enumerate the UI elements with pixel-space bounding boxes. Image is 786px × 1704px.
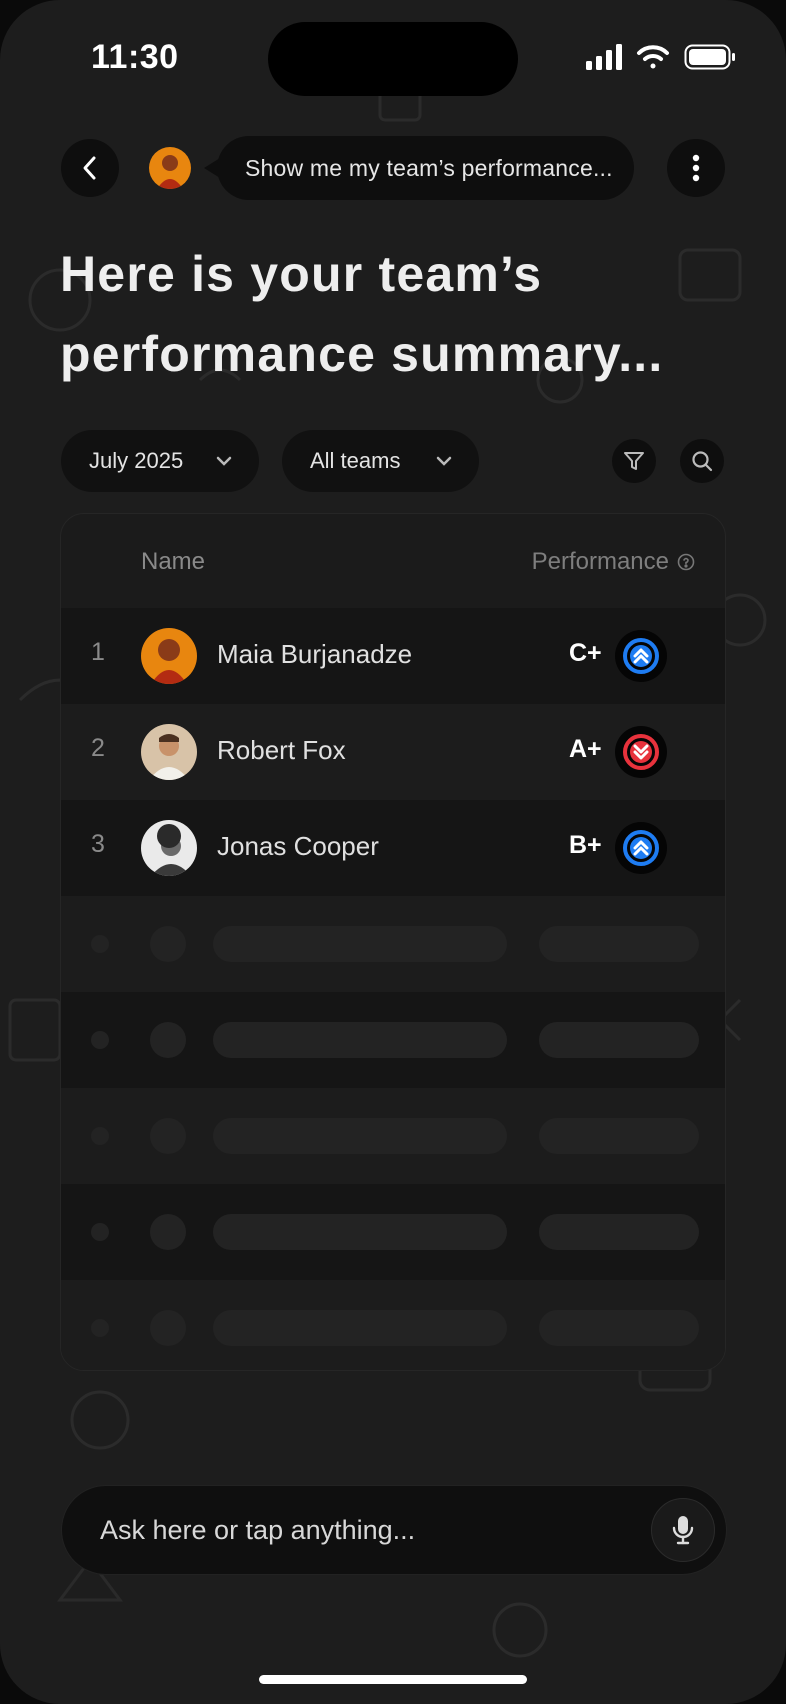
skeleton-avatar [150,926,186,962]
skeleton-avatar [150,1118,186,1154]
performance-grade: A+ [569,735,602,763]
page-title: Here is your team’s performance summary.… [60,246,664,382]
month-select[interactable]: July 2025 [61,430,259,492]
more-vertical-icon [692,154,700,182]
skeleton-name [213,926,507,962]
team-select[interactable]: All teams [282,430,479,492]
search-icon [692,451,713,472]
signal-icon [586,44,622,70]
skeleton-performance [539,1118,699,1154]
skeleton-name [213,1118,507,1154]
filter-icon [624,452,644,470]
filter-button[interactable] [612,439,656,483]
battery-icon [684,44,735,70]
search-button[interactable] [680,439,724,483]
member-name: Robert Fox [217,735,346,765]
row-rank: 2 [91,734,105,762]
skeleton-rank [91,1031,109,1049]
table-row[interactable]: 1 Maia Burjanadze C+ [61,608,725,704]
table-row[interactable]: 3 Jonas Cooper B+ [61,800,725,896]
row-rank: 3 [91,830,105,858]
member-name: Maia Burjanadze [217,639,413,669]
avatar [141,820,197,876]
chevron-down-icon [436,456,452,466]
skeleton-name [213,1022,507,1058]
trend-up-icon [623,830,659,866]
home-indicator[interactable] [259,1675,527,1684]
trend-down-icon [623,734,659,770]
help-icon[interactable] [677,553,695,571]
skeleton-rank [91,1127,109,1145]
skeleton-performance [539,1214,699,1250]
skeleton-row [61,896,725,992]
month-select-value: July 2025 [89,448,184,473]
member-name: Jonas Cooper [217,831,379,861]
skeleton-performance [539,1310,699,1346]
skeleton-name [213,1310,507,1346]
skeleton-avatar [150,1022,186,1058]
trend-up-icon [623,638,659,674]
more-button[interactable] [667,139,725,197]
skeleton-row [61,992,725,1088]
table-row[interactable]: 2 Robert Fox A+ [61,704,725,800]
status-time: 11:30 [91,38,179,76]
avatar-image [141,820,197,876]
skeleton-performance [539,1022,699,1058]
skeleton-row [61,1088,725,1184]
status-icons [586,44,736,70]
phone-screen: 11:30 Show me my team’s performance... H… [0,0,786,1704]
prompt-bubble[interactable]: Show me my team’s performance... [217,136,634,200]
microphone-icon [672,1516,694,1545]
user-avatar[interactable] [149,147,191,189]
skeleton-rank [91,1223,109,1241]
skeleton-rank [91,935,109,953]
skeleton-row [61,1184,725,1280]
avatar [141,628,197,684]
performance-table: Name Performance 1 Maia Burjanadze C+ 2 … [60,513,726,1371]
column-header-name: Name [141,548,206,575]
avatar-image [149,147,191,189]
skeleton-name [213,1214,507,1250]
avatar-image [141,724,197,780]
column-header-performance-label: Performance [531,548,669,575]
mic-button[interactable] [651,1498,715,1562]
avatar-image [141,628,197,684]
skeleton-row [61,1280,725,1370]
skeleton-rank [91,1319,109,1337]
chevron-left-icon [83,156,96,180]
trend-badge [615,726,667,778]
performance-grade: C+ [569,639,602,667]
ask-input-placeholder: Ask here or tap anything... [100,1514,416,1545]
trend-badge [615,630,667,682]
skeleton-avatar [150,1214,186,1250]
trend-badge [615,822,667,874]
row-rank: 1 [91,638,105,666]
dynamic-island [268,22,518,96]
ask-input[interactable]: Ask here or tap anything... [61,1485,727,1575]
back-button[interactable] [61,139,119,197]
skeleton-performance [539,926,699,962]
wifi-icon [637,45,669,69]
column-header-performance: Performance [532,548,695,576]
performance-grade: B+ [569,831,602,859]
team-select-value: All teams [310,448,401,473]
skeleton-avatar [150,1310,186,1346]
chevron-down-icon [216,456,232,466]
avatar [141,724,197,780]
